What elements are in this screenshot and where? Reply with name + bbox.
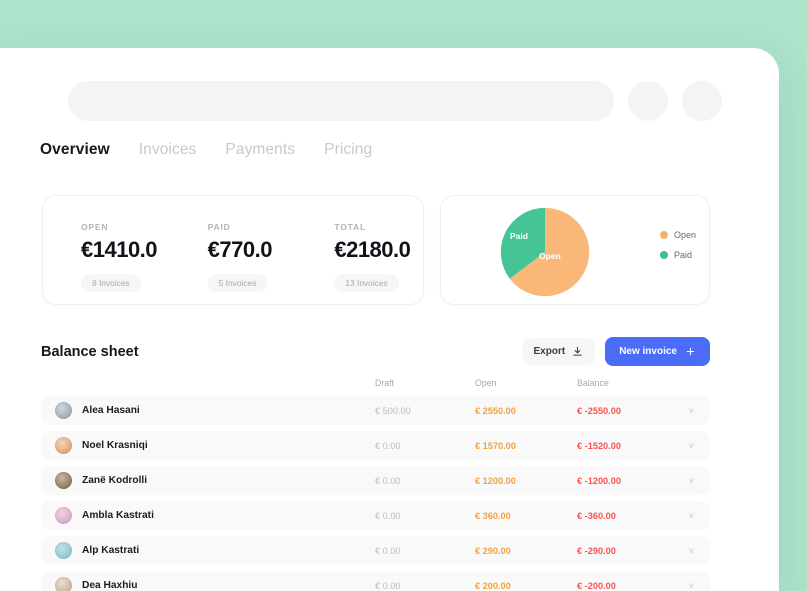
stat-open: OPEN €1410.0 8 Invoices (81, 222, 170, 292)
column-header-draft: Draft (375, 378, 394, 388)
stat-paid: PAID €770.0 5 Invoices (208, 222, 297, 292)
column-header-balance: Balance (577, 378, 609, 388)
export-button[interactable]: Export (522, 338, 596, 365)
stat-total-count: 13 Invoices (334, 274, 398, 292)
chart-legend: Open Paid (660, 230, 696, 260)
stat-total-value: €2180.0 (334, 237, 423, 263)
chevron-down-icon[interactable]: ˅ (689, 476, 694, 486)
row-balance-amount: € -2550.00 (577, 406, 621, 416)
table-row[interactable]: Ambla Kastrati € 0.00 € 360.00 € -360.00 ˅ (41, 501, 710, 530)
stat-total-label: TOTAL (334, 222, 423, 232)
chevron-down-icon[interactable]: ˅ (689, 406, 694, 416)
row-draft-amount: € 0.00 (375, 476, 401, 486)
tab-payments[interactable]: Payments (225, 141, 295, 159)
avatar (55, 577, 72, 591)
top-bar (68, 81, 722, 121)
table-row[interactable]: Alp Kastrati € 0.00 € 290.00 € -290.00 ˅ (41, 536, 710, 565)
row-open-amount: € 360.00 (475, 511, 511, 521)
avatar (55, 507, 72, 524)
legend-label-open: Open (674, 230, 696, 240)
row-open-amount: € 2550.00 (475, 406, 516, 416)
download-icon (572, 346, 583, 357)
notifications-button[interactable] (628, 81, 668, 121)
pie-chart-svg (497, 204, 593, 300)
legend-item-paid: Paid (660, 250, 696, 260)
avatar[interactable] (682, 81, 722, 121)
legend-dot-open-icon (660, 231, 668, 239)
summary-panels: OPEN €1410.0 8 Invoices PAID €770.0 5 In… (42, 195, 710, 305)
legend-dot-paid-icon (660, 251, 668, 259)
stat-paid-value: €770.0 (208, 237, 297, 263)
avatar (55, 472, 72, 489)
tab-overview[interactable]: Overview (40, 141, 110, 159)
balance-sheet-actions: Export New invoice (522, 337, 710, 366)
chevron-down-icon[interactable]: ˅ (689, 441, 694, 451)
table-row[interactable]: Noel Krasniqi € 0.00 € 1570.00 € -1520.00 ˅ (41, 431, 710, 460)
chart-panel: Open Paid Open Paid (440, 195, 710, 305)
stat-open-label: OPEN (81, 222, 170, 232)
legend-label-paid: Paid (674, 250, 692, 260)
avatar (55, 437, 72, 454)
table-row[interactable]: Dea Haxhiu € 0.00 € 200.00 € -200.00 ˅ (41, 571, 710, 591)
row-draft-amount: € 0.00 (375, 581, 401, 591)
table-row[interactable]: Alea Hasani € 500.00 € 2550.00 € -2550.00 ˅ (41, 396, 710, 425)
legend-item-open: Open (660, 230, 696, 240)
table-row[interactable]: Zanë Kodrolli € 0.00 € 1200.00 € -1200.00 ˅ (41, 466, 710, 495)
stat-paid-label: PAID (208, 222, 297, 232)
avatar (55, 542, 72, 559)
stat-open-count: 8 Invoices (81, 274, 141, 292)
new-invoice-button[interactable]: New invoice (605, 337, 710, 366)
row-draft-amount: € 500.00 (375, 406, 411, 416)
chevron-down-icon[interactable]: ˅ (689, 546, 694, 556)
chevron-down-icon[interactable]: ˅ (689, 581, 694, 591)
tab-bar: Overview Invoices Payments Pricing (40, 141, 372, 159)
plus-icon (685, 346, 696, 357)
row-customer-name: Zanë Kodrolli (82, 475, 147, 486)
row-draft-amount: € 0.00 (375, 441, 401, 451)
balance-sheet-header: Balance sheet Export New invoice (41, 337, 710, 366)
pie-chart: Open Paid (497, 204, 593, 300)
row-balance-amount: € -1200.00 (577, 476, 621, 486)
tab-pricing[interactable]: Pricing (324, 141, 372, 159)
row-draft-amount: € 0.00 (375, 546, 401, 556)
stat-paid-count: 5 Invoices (208, 274, 268, 292)
row-open-amount: € 290.00 (475, 546, 511, 556)
new-invoice-label: New invoice (619, 346, 677, 357)
stat-open-value: €1410.0 (81, 237, 170, 263)
row-customer-name: Alp Kastrati (82, 545, 139, 556)
avatar (55, 402, 72, 419)
row-balance-amount: € -1520.00 (577, 441, 621, 451)
row-customer-name: Dea Haxhiu (82, 580, 137, 591)
tab-invoices[interactable]: Invoices (139, 141, 197, 159)
page-title: Balance sheet (41, 344, 139, 360)
row-customer-name: Ambla Kastrati (82, 510, 154, 521)
row-customer-name: Alea Hasani (82, 405, 140, 416)
row-balance-amount: € -360.00 (577, 511, 616, 521)
row-customer-name: Noel Krasniqi (82, 440, 148, 451)
chevron-down-icon[interactable]: ˅ (689, 511, 694, 521)
stat-total: TOTAL €2180.0 13 Invoices (334, 222, 423, 292)
export-label: Export (534, 346, 566, 357)
row-open-amount: € 1200.00 (475, 476, 516, 486)
search-input[interactable] (68, 81, 614, 121)
app-card: Overview Invoices Payments Pricing OPEN … (0, 48, 779, 591)
row-open-amount: € 1570.00 (475, 441, 516, 451)
row-balance-amount: € -290.00 (577, 546, 616, 556)
stats-panel: OPEN €1410.0 8 Invoices PAID €770.0 5 In… (42, 195, 424, 305)
row-balance-amount: € -200.00 (577, 581, 616, 591)
row-draft-amount: € 0.00 (375, 511, 401, 521)
column-header-open: Open (475, 378, 497, 388)
balance-sheet-table: Alea Hasani€ 500.00€ 2550.00€ -2550.00˅N… (41, 396, 710, 591)
row-open-amount: € 200.00 (475, 581, 511, 591)
page-background: Overview Invoices Payments Pricing OPEN … (0, 0, 807, 591)
